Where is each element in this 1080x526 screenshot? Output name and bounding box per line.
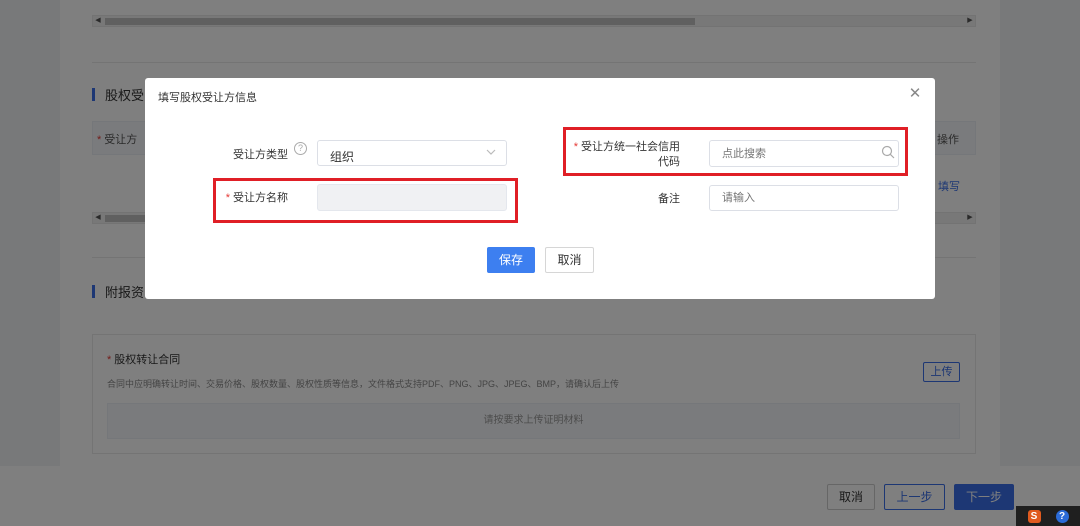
remark-input[interactable] <box>709 185 899 211</box>
highlight-box-credit-code <box>563 127 908 176</box>
system-tray: S ? <box>1016 506 1080 526</box>
close-icon[interactable]: ✕ <box>907 86 923 102</box>
chevron-down-icon <box>486 149 496 155</box>
help-icon[interactable]: ? <box>294 142 307 155</box>
cancel-button[interactable]: 取消 <box>545 247 594 273</box>
transferee-type-select[interactable]: 组织 <box>317 140 507 166</box>
input-method-icon[interactable]: S <box>1027 509 1041 523</box>
highlight-box-transferee-name <box>213 178 518 223</box>
transferee-type-value: 组织 <box>330 150 355 164</box>
transferee-type-label: 受让方类型 <box>233 149 288 161</box>
dialog-title: 填写股权受让方信息 <box>158 92 257 104</box>
save-button[interactable]: 保存 <box>487 247 535 273</box>
remark-label: 备注 <box>658 193 680 205</box>
help-tray-icon[interactable]: ? <box>1055 509 1069 523</box>
